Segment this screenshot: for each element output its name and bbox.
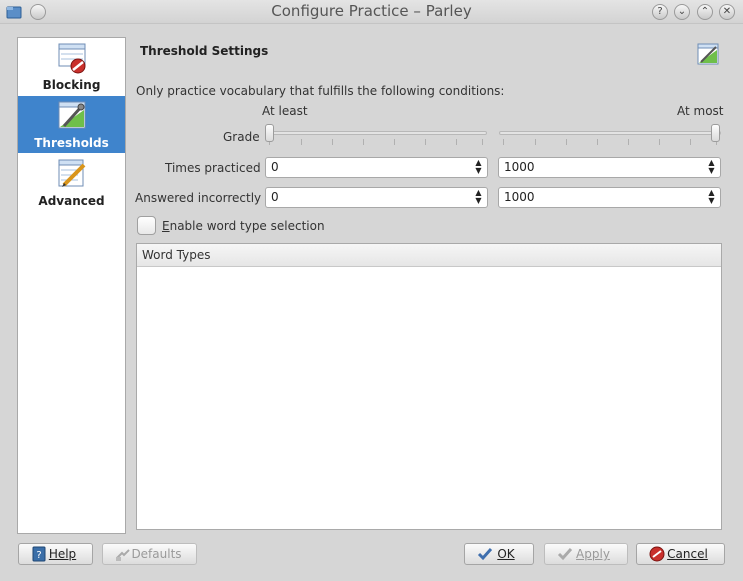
- slider-handle[interactable]: [265, 124, 274, 142]
- answered-incorrectly-min-spinbox[interactable]: 0 ▲ ▼: [265, 187, 488, 208]
- grade-max-slider[interactable]: [499, 124, 721, 148]
- word-type-checkbox[interactable]: [137, 216, 156, 235]
- answered-incorrectly-label: Answered incorrectly: [135, 191, 262, 205]
- spinbox-value: 0: [271, 190, 279, 204]
- button-label: Cancel: [667, 547, 708, 561]
- slider-ticks: [265, 139, 487, 145]
- defaults-button[interactable]: Defaults: [102, 543, 197, 565]
- page-title: Threshold Settings: [140, 44, 269, 58]
- times-practiced-label: Times practiced: [165, 161, 261, 175]
- button-label: Defaults: [131, 547, 182, 561]
- slider-ticks: [499, 139, 721, 145]
- list-header[interactable]: Word Types: [137, 244, 721, 267]
- word-types-list[interactable]: Word Types: [136, 243, 722, 530]
- check-icon: [557, 548, 573, 561]
- check-icon: [477, 548, 493, 561]
- times-practiced-max-spinbox[interactable]: 1000 ▲ ▼: [498, 157, 721, 178]
- button-label: Help: [48, 547, 77, 561]
- answered-incorrectly-max-spinbox[interactable]: 1000 ▲ ▼: [498, 187, 721, 208]
- times-practiced-min-spinbox[interactable]: 0 ▲ ▼: [265, 157, 488, 178]
- window-title: Configure Practice – Parley: [271, 2, 472, 20]
- sidebar-item-blocking[interactable]: Blocking: [18, 38, 125, 95]
- maximize-icon[interactable]: ⌃: [697, 4, 713, 20]
- help-icon[interactable]: ?: [652, 4, 668, 20]
- page-list: Blocking Thresholds Advanced: [17, 37, 126, 534]
- spinbox-value: 1000: [504, 160, 535, 174]
- slider-groove: [499, 131, 721, 135]
- spin-arrows-icon[interactable]: ▲ ▼: [474, 159, 483, 176]
- slider-groove: [265, 131, 487, 135]
- advanced-icon: [58, 159, 86, 187]
- button-label: Apply: [576, 547, 610, 561]
- thresholds-icon: [697, 43, 719, 65]
- close-icon[interactable]: ✕: [719, 4, 735, 20]
- cancel-icon: [649, 546, 665, 562]
- word-type-checkbox-label[interactable]: Enable word type selection: [162, 219, 325, 233]
- title-bar: Configure Practice – Parley ? ⌄ ⌃ ✕: [0, 0, 743, 24]
- spinbox-value: 0: [271, 160, 279, 174]
- spinbox-value: 1000: [504, 190, 535, 204]
- svg-text:?: ?: [36, 550, 41, 561]
- at-least-label: At least: [262, 104, 308, 118]
- intro-label: Only practice vocabulary that fulfills t…: [136, 84, 505, 98]
- sidebar-item-advanced[interactable]: Advanced: [18, 154, 125, 211]
- spin-arrows-icon[interactable]: ▲ ▼: [707, 159, 716, 176]
- cancel-button[interactable]: Cancel: [636, 543, 725, 565]
- mnemonic: E: [162, 219, 170, 233]
- slider-handle[interactable]: [711, 124, 720, 142]
- button-label: OK: [497, 547, 515, 561]
- spin-arrows-icon[interactable]: ▲ ▼: [707, 189, 716, 206]
- grade-min-slider[interactable]: [265, 124, 487, 148]
- ok-button[interactable]: OK: [464, 543, 534, 565]
- blocking-icon: [58, 43, 86, 74]
- defaults-icon: [116, 549, 130, 561]
- help-icon: ?: [32, 546, 46, 562]
- sidebar-item-label: Advanced: [38, 194, 105, 208]
- label-text: nable word type selection: [169, 219, 325, 233]
- sidebar-item-thresholds[interactable]: Thresholds: [18, 96, 125, 153]
- thresholds-icon: [58, 101, 86, 129]
- minimize-icon[interactable]: ⌄: [674, 4, 690, 20]
- apply-button[interactable]: Apply: [544, 543, 628, 565]
- grade-label: Grade: [223, 130, 260, 144]
- sidebar-item-label: Thresholds: [34, 136, 109, 150]
- sidebar-item-label: Blocking: [42, 78, 101, 92]
- help-button[interactable]: ? Help: [18, 543, 93, 565]
- at-most-label: At most: [677, 104, 724, 118]
- spin-arrows-icon[interactable]: ▲ ▼: [474, 189, 483, 206]
